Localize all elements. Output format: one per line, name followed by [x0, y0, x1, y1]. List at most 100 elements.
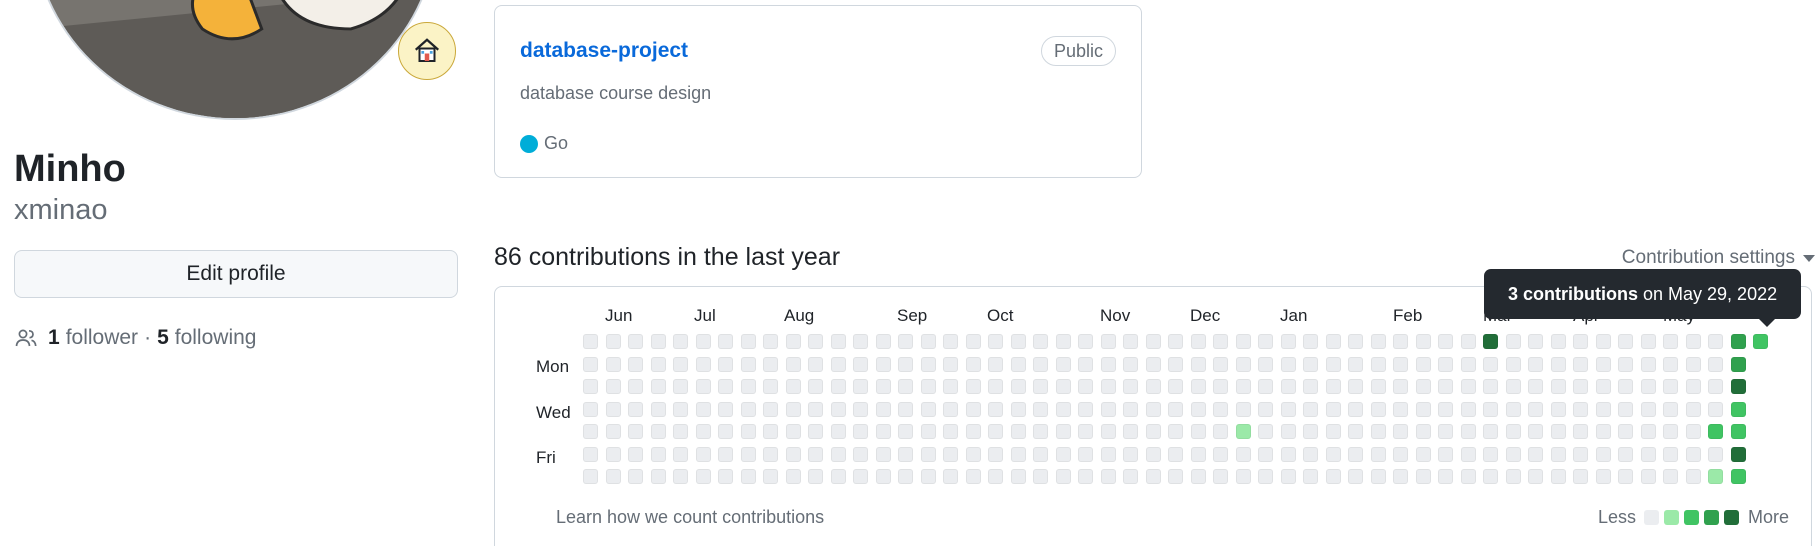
- contribution-cell[interactable]: [1055, 401, 1071, 417]
- contribution-cell[interactable]: [763, 401, 778, 417]
- contribution-cell[interactable]: [1595, 356, 1611, 372]
- contribution-cell[interactable]: [898, 356, 913, 372]
- contribution-cell[interactable]: [1123, 469, 1138, 484]
- contribution-cell[interactable]: [740, 446, 756, 462]
- contribution-cell[interactable]: [628, 356, 643, 372]
- contribution-cell[interactable]: [1303, 424, 1318, 439]
- contribution-cell[interactable]: [1550, 401, 1566, 417]
- contribution-cell[interactable]: [920, 356, 936, 372]
- contribution-cell[interactable]: [1685, 401, 1701, 417]
- contribution-cell[interactable]: [1370, 469, 1386, 484]
- contribution-cell[interactable]: [718, 469, 733, 484]
- contribution-cell[interactable]: [988, 446, 1003, 462]
- contribution-cell[interactable]: [943, 356, 958, 372]
- contribution-cell[interactable]: [1280, 424, 1296, 439]
- contribution-cell[interactable]: [1033, 334, 1048, 349]
- contribution-cell[interactable]: [1528, 401, 1543, 417]
- contribution-cell[interactable]: [1550, 379, 1566, 394]
- contribution-cell[interactable]: [1370, 401, 1386, 417]
- contribution-cell[interactable]: [1145, 401, 1161, 417]
- contribution-cell[interactable]: [965, 379, 981, 394]
- contribution-cell[interactable]: [1123, 446, 1138, 462]
- contribution-cell[interactable]: [1078, 356, 1093, 372]
- contribution-cell[interactable]: [1708, 424, 1723, 439]
- contribution-cell[interactable]: [695, 469, 711, 484]
- contribution-cell[interactable]: [718, 379, 733, 394]
- contribution-cell[interactable]: [1505, 334, 1521, 349]
- contribution-cell[interactable]: [920, 401, 936, 417]
- contribution-cell[interactable]: [1730, 446, 1746, 462]
- contribution-cell[interactable]: [785, 424, 801, 439]
- contribution-cell[interactable]: [583, 446, 598, 462]
- contribution-cell[interactable]: [740, 401, 756, 417]
- contribution-cell[interactable]: [1550, 356, 1566, 372]
- contribution-cell[interactable]: [1730, 356, 1746, 372]
- contribution-cell[interactable]: [1213, 356, 1228, 372]
- contribution-cell[interactable]: [1213, 401, 1228, 417]
- contribution-cell[interactable]: [695, 401, 711, 417]
- contribution-cell[interactable]: [1505, 469, 1521, 484]
- contribution-cell[interactable]: [1258, 424, 1273, 439]
- contribution-cell[interactable]: [1123, 424, 1138, 439]
- contribution-cell[interactable]: [1325, 356, 1341, 372]
- contribution-cell[interactable]: [1280, 469, 1296, 484]
- contribution-cell[interactable]: [1370, 446, 1386, 462]
- contribution-cell[interactable]: [1730, 379, 1746, 394]
- contribution-cell[interactable]: [875, 446, 891, 462]
- contribution-cell[interactable]: [605, 446, 621, 462]
- contribution-cell[interactable]: [1258, 334, 1273, 349]
- contribution-cell[interactable]: [965, 334, 981, 349]
- contribution-cell[interactable]: [1618, 401, 1633, 417]
- contribution-cell[interactable]: [1573, 334, 1588, 349]
- contribution-cell[interactable]: [898, 379, 913, 394]
- contribution-cell[interactable]: [1325, 379, 1341, 394]
- contribution-cell[interactable]: [1235, 424, 1251, 439]
- contribution-cell[interactable]: [718, 446, 733, 462]
- contribution-cell[interactable]: [1460, 356, 1476, 372]
- contribution-cell[interactable]: [875, 334, 891, 349]
- contribution-cell[interactable]: [920, 334, 936, 349]
- contribution-cell[interactable]: [1550, 334, 1566, 349]
- contribution-cell[interactable]: [1415, 334, 1431, 349]
- contribution-cell[interactable]: [1010, 379, 1026, 394]
- contribution-cell[interactable]: [1055, 446, 1071, 462]
- contribution-cell[interactable]: [830, 379, 846, 394]
- contribution-cell[interactable]: [1325, 424, 1341, 439]
- contribution-cell[interactable]: [1438, 379, 1453, 394]
- contribution-cell[interactable]: [943, 401, 958, 417]
- contribution-cell[interactable]: [898, 446, 913, 462]
- contribution-cell[interactable]: [1528, 446, 1543, 462]
- contribution-cell[interactable]: [1618, 424, 1633, 439]
- contribution-cell[interactable]: [808, 401, 823, 417]
- contribution-cell[interactable]: [1033, 424, 1048, 439]
- contribution-cell[interactable]: [1280, 334, 1296, 349]
- contribution-cell[interactable]: [1730, 334, 1746, 349]
- contribution-cell[interactable]: [763, 469, 778, 484]
- contribution-cell[interactable]: [1100, 379, 1116, 394]
- contribution-cell[interactable]: [650, 424, 666, 439]
- contribution-cell[interactable]: [1415, 379, 1431, 394]
- contribution-cell[interactable]: [920, 379, 936, 394]
- contribution-cell[interactable]: [1078, 334, 1093, 349]
- contribution-cell[interactable]: [1618, 469, 1633, 484]
- contribution-cell[interactable]: [1190, 469, 1206, 484]
- contribution-cell[interactable]: [785, 401, 801, 417]
- contribution-cell[interactable]: [1415, 401, 1431, 417]
- contribution-cell[interactable]: [763, 356, 778, 372]
- contribution-cell[interactable]: [605, 379, 621, 394]
- contribution-cell[interactable]: [943, 334, 958, 349]
- contribution-cell[interactable]: [1685, 446, 1701, 462]
- contribution-cell[interactable]: [1078, 469, 1093, 484]
- contribution-cell[interactable]: [1235, 379, 1251, 394]
- contribution-cell[interactable]: [1010, 469, 1026, 484]
- contribution-cell[interactable]: [1168, 334, 1183, 349]
- contribution-cell[interactable]: [1618, 379, 1633, 394]
- contribution-cell[interactable]: [1415, 446, 1431, 462]
- contribution-cell[interactable]: [1505, 446, 1521, 462]
- contribution-cell[interactable]: [1685, 334, 1701, 349]
- contribution-cell[interactable]: [605, 401, 621, 417]
- contribution-cell[interactable]: [830, 424, 846, 439]
- contribution-cell[interactable]: [943, 379, 958, 394]
- contribution-cell[interactable]: [1505, 356, 1521, 372]
- contribution-cell[interactable]: [965, 424, 981, 439]
